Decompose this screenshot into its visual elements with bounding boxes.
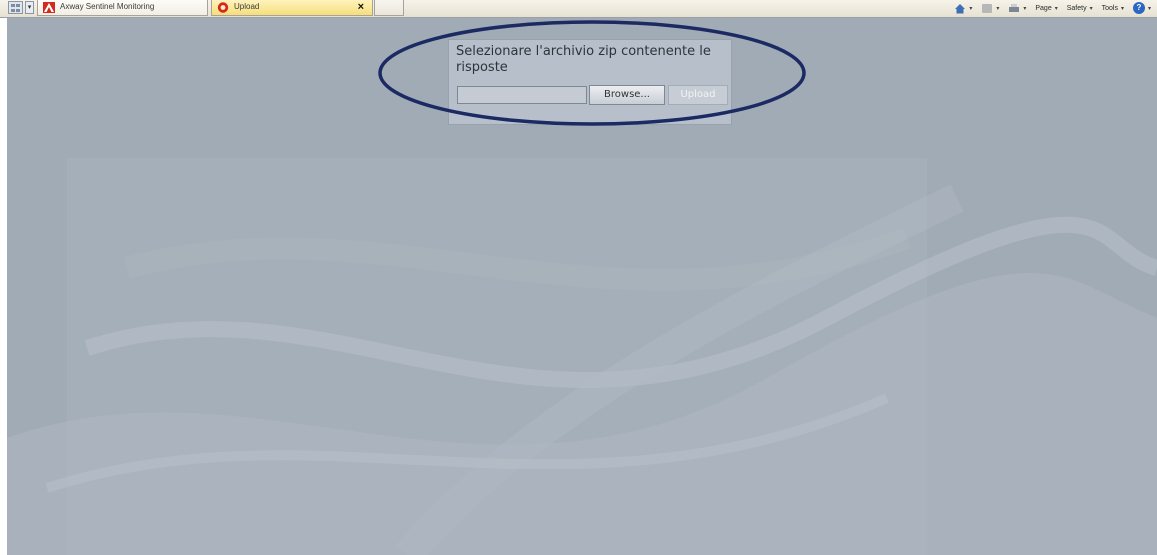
browser-tab-bar: ▾ Axway Sentinel Monitoring Upload × ▾ ▾ (0, 0, 1157, 18)
upload-instructions: Selezionare l'archivio zip contenente le… (456, 44, 711, 75)
help-menu[interactable]: ? ▾ (1132, 2, 1151, 14)
tools-menu[interactable]: Tools ▾ (1102, 5, 1124, 12)
tab-label: Axway Sentinel Monitoring (60, 2, 155, 11)
chevron-down-icon: ▾ (1023, 5, 1027, 12)
print-button[interactable]: ▾ (1008, 3, 1026, 14)
feeds-icon (982, 3, 993, 13)
chevron-down-icon: ▾ (1147, 5, 1151, 12)
close-tab-icon[interactable]: × (358, 0, 364, 14)
home-button[interactable]: ▾ (954, 3, 972, 14)
help-icon: ? (1132, 2, 1145, 14)
chevron-down-icon: ▾ (1054, 5, 1058, 12)
file-path-input[interactable] (457, 86, 587, 104)
feeds-button[interactable]: ▾ (981, 3, 999, 14)
tab-axway-sentinel[interactable]: Axway Sentinel Monitoring (37, 0, 208, 16)
home-icon (955, 3, 966, 13)
chevron-down-icon: ▾ (996, 5, 1000, 12)
quick-tabs-icon[interactable] (8, 1, 23, 14)
tab-upload[interactable]: Upload × (211, 0, 373, 16)
chevron-down-icon: ▾ (1120, 5, 1124, 12)
axway-favicon-icon (43, 2, 55, 13)
print-icon (1009, 3, 1020, 12)
upload-form-panel: Selezionare l'archivio zip contenente le… (448, 39, 732, 125)
chevron-down-icon: ▾ (969, 5, 973, 12)
tools-menu-label: Tools (1101, 4, 1118, 12)
command-bar: ▾ ▾ ▾ Page ▾ Safety ▾ Tools ▾ ? ▾ (954, 0, 1151, 16)
page-menu-label: Page (1035, 4, 1052, 12)
new-tab-button[interactable] (374, 0, 404, 16)
page-menu[interactable]: Page ▾ (1035, 5, 1057, 12)
upload-button[interactable]: Upload (668, 85, 728, 105)
page-content: Selezionare l'archivio zip contenente le… (7, 18, 1157, 555)
upload-favicon-icon (217, 2, 229, 13)
chevron-down-icon: ▾ (1089, 5, 1093, 12)
tab-list-dropdown-icon[interactable]: ▾ (25, 1, 34, 14)
safety-menu-label: Safety (1066, 4, 1087, 12)
tab-label: Upload (234, 2, 260, 11)
browse-button[interactable]: Browse... (589, 85, 665, 105)
safety-menu[interactable]: Safety ▾ (1067, 5, 1093, 12)
